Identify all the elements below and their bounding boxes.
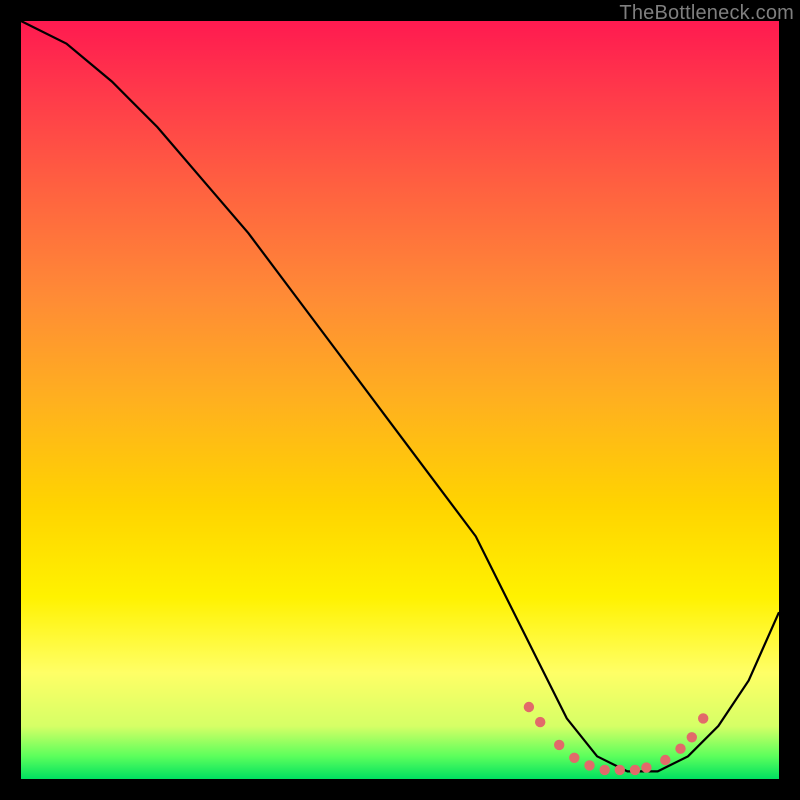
emphasis-dot (698, 713, 708, 723)
bottleneck-curve (21, 21, 779, 779)
emphasis-dot (687, 732, 697, 742)
chart-frame: TheBottleneck.com (0, 0, 800, 800)
emphasis-dot (675, 744, 685, 754)
emphasis-dot (615, 765, 625, 775)
emphasis-dot (535, 717, 545, 727)
emphasis-dots (524, 702, 709, 775)
emphasis-dot (630, 765, 640, 775)
plot-area (21, 21, 779, 779)
emphasis-dot (584, 760, 594, 770)
emphasis-dot (641, 762, 651, 772)
emphasis-dot (524, 702, 534, 712)
emphasis-dot (660, 755, 670, 765)
watermark-text: TheBottleneck.com (619, 2, 794, 25)
emphasis-dot (600, 765, 610, 775)
emphasis-dot (554, 740, 564, 750)
emphasis-dot (569, 753, 579, 763)
curve-line (21, 21, 779, 771)
